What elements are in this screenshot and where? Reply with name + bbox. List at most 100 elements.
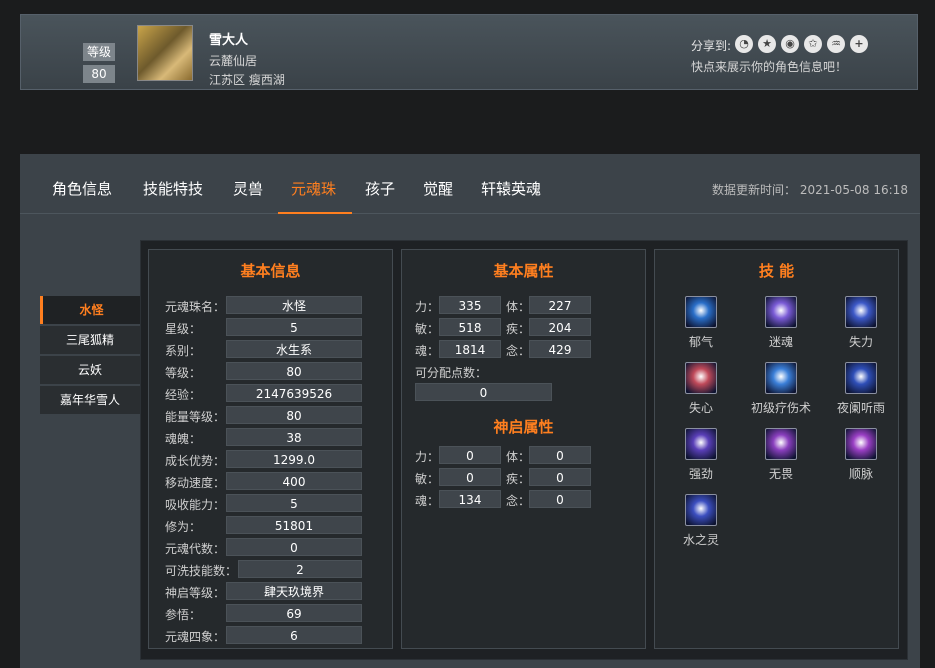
side-item-cloud-demon[interactable]: 云妖 xyxy=(40,356,140,384)
basic-info-value: 6 xyxy=(226,626,362,644)
tab-xuanyuan-spirit[interactable]: 轩辕英魂 xyxy=(481,178,541,199)
skill-item[interactable]: 迷魂 xyxy=(741,296,821,350)
tab-bar: 角色信息 技能特技 灵兽 元魂珠 孩子 觉醒 轩辕英魂 数据更新时间： 2021… xyxy=(20,154,920,214)
skills-section: 技 能 郁气 迷魂 失力失心 初级疗伤术 夜阑听雨强劲 无畏 顺脉水之灵 xyxy=(654,249,899,649)
tab-pets[interactable]: 灵兽 xyxy=(233,178,263,199)
skill-item[interactable]: 强劲 xyxy=(661,428,741,482)
attr-label: 力： xyxy=(415,300,440,314)
basic-info-value: 2 xyxy=(238,560,362,578)
attr-label: 体： xyxy=(506,450,531,464)
skill-item[interactable]: 失心 xyxy=(661,362,741,416)
soul-orb-details: 基本信息 元魂珠名： 水怪 星级： 5 系别： 水生系 等级： 80 经验： 2147639526… xyxy=(140,240,908,660)
attr-label: 体： xyxy=(506,300,531,314)
avatar xyxy=(137,25,193,81)
basic-info-label: 元魂代数： xyxy=(165,542,226,556)
skill-name: 失力 xyxy=(848,335,873,349)
basic-info-label: 元魂四象： xyxy=(165,630,226,644)
basic-info-value: 5 xyxy=(226,318,362,336)
share-label: 分享到: xyxy=(691,39,732,53)
attr-value: 134 xyxy=(439,490,501,508)
tab-soul-orb[interactable]: 元魂珠 xyxy=(291,178,336,199)
basic-info-label: 神启等级： xyxy=(165,586,226,600)
basic-info-value: 1299.0 xyxy=(226,450,362,468)
attr-value: 0 xyxy=(529,490,591,508)
basic-info-label: 吸收能力： xyxy=(165,498,226,512)
skill-item[interactable]: 郁气 xyxy=(661,296,741,350)
attr-label: 力： xyxy=(415,450,440,464)
skill-name: 失心 xyxy=(688,401,713,415)
attr-label: 念： xyxy=(506,494,531,508)
level-value: 80 xyxy=(83,65,115,83)
basic-info-value: 80 xyxy=(226,406,362,424)
attr-label: 疾： xyxy=(506,472,531,486)
basic-info-label: 魂魄： xyxy=(165,432,202,446)
main-panel: 角色信息 技能特技 灵兽 元魂珠 孩子 觉醒 轩辕英魂 数据更新时间： 2021… xyxy=(20,154,920,668)
skill-item[interactable]: 初级疗伤术 xyxy=(741,362,821,416)
wechat-icon[interactable]: ◔ xyxy=(735,35,753,53)
skill-name: 郁气 xyxy=(688,335,713,349)
attr-label: 念： xyxy=(506,344,531,358)
side-item-carnival-snowman[interactable]: 嘉年华雪人 xyxy=(40,386,140,414)
basic-info-label: 可洗技能数： xyxy=(165,564,238,578)
skill-icon xyxy=(845,296,877,328)
basic-info-label: 移动速度： xyxy=(165,476,226,490)
basic-info-value: 0 xyxy=(226,538,362,556)
basic-info-value: 肆天玖境界 xyxy=(226,582,362,600)
tab-character-info[interactable]: 角色信息 xyxy=(52,178,112,199)
qzone-icon[interactable]: ★ xyxy=(758,35,776,53)
profile-header: 等级 80 雪大人 云麓仙居 江苏区 瘦西湖 分享到: ◔ ★ ◉ ✩ ♒ + … xyxy=(20,14,918,90)
skill-icon xyxy=(845,362,877,394)
attr-value: 0 xyxy=(439,468,501,486)
skill-name: 顺脉 xyxy=(848,467,873,481)
skill-item[interactable]: 顺脉 xyxy=(821,428,901,482)
basic-info-label: 星级： xyxy=(165,322,202,336)
attr-label: 敏： xyxy=(415,472,440,486)
skill-icon xyxy=(765,296,797,328)
side-item-water-monster[interactable]: 水怪 xyxy=(40,296,140,324)
side-item-three-tail-fox[interactable]: 三尾狐精 xyxy=(40,326,140,354)
basic-info-label: 参悟： xyxy=(165,608,202,622)
free-points-value: 0 xyxy=(415,383,552,401)
skill-item[interactable]: 夜阑听雨 xyxy=(821,362,901,416)
attr-label: 敏： xyxy=(415,322,440,336)
tab-children[interactable]: 孩子 xyxy=(365,178,395,199)
basic-info-label: 成长优势： xyxy=(165,454,226,468)
update-time: 数据更新时间： 2021-05-08 16:18 xyxy=(712,183,908,197)
skill-name: 水之灵 xyxy=(682,533,719,547)
level-label: 等级 xyxy=(83,43,115,61)
skill-name: 初级疗伤术 xyxy=(750,401,811,415)
active-tab-indicator xyxy=(278,212,352,214)
skill-item[interactable]: 失力 xyxy=(821,296,901,350)
skill-icon xyxy=(685,362,717,394)
attr-value: 429 xyxy=(529,340,591,358)
tab-skills[interactable]: 技能特技 xyxy=(143,178,203,199)
star-icon[interactable]: ✩ xyxy=(804,35,822,53)
tencent-weibo-icon[interactable]: ♒ xyxy=(827,35,845,53)
skills-title: 技 能 xyxy=(758,262,795,280)
basic-info-value: 38 xyxy=(226,428,362,446)
basic-info-value: 51801 xyxy=(226,516,362,534)
basic-info-label: 系别： xyxy=(165,344,202,358)
skill-name: 无畏 xyxy=(768,467,793,481)
character-server: 云麓仙居 xyxy=(209,54,258,68)
skill-icon xyxy=(685,494,717,526)
plus-icon[interactable]: + xyxy=(850,35,868,53)
basic-attr-title: 基本属性 xyxy=(493,262,554,280)
skill-icon xyxy=(685,296,717,328)
basic-info-label: 修为： xyxy=(165,520,202,534)
skill-icon xyxy=(765,362,797,394)
skill-item[interactable]: 水之灵 xyxy=(661,494,741,548)
attributes-section: 基本属性 力： 335 体： 227 敏： 518 疾： 204 魂： 1814 念： 429 可分配… xyxy=(401,249,646,649)
basic-info-label: 能量等级： xyxy=(165,410,226,424)
basic-info-value: 69 xyxy=(226,604,362,622)
attr-value: 335 xyxy=(439,296,501,314)
attr-value: 0 xyxy=(439,446,501,464)
tab-awakening[interactable]: 觉醒 xyxy=(423,178,453,199)
basic-info-title: 基本信息 xyxy=(240,262,301,280)
skill-item[interactable]: 无畏 xyxy=(741,428,821,482)
attr-label: 疾： xyxy=(506,322,531,336)
weibo-icon[interactable]: ◉ xyxy=(781,35,799,53)
attr-value: 0 xyxy=(529,446,591,464)
character-name: 雪大人 xyxy=(209,33,249,48)
attr-label: 魂： xyxy=(415,344,440,358)
